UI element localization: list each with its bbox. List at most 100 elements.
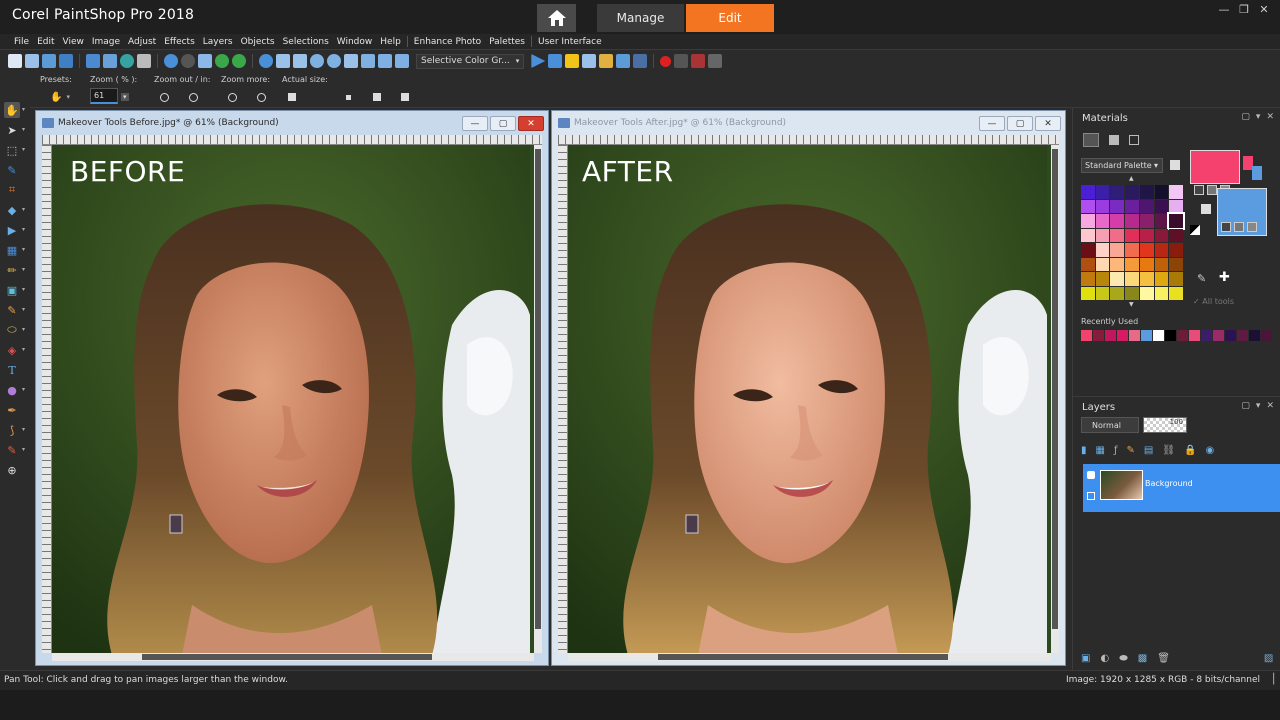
group-icon[interactable]: ▩ — [1138, 653, 1147, 664]
document-window-after[interactable]: Makeover Tools After.jpg* @ 61% (Backgro… — [551, 110, 1066, 666]
palette-swatch[interactable] — [1095, 272, 1110, 286]
stop-icon[interactable] — [633, 54, 648, 68]
palette-swatch[interactable] — [1081, 228, 1095, 242]
document-window-before[interactable]: Makeover Tools Before.jpg* @ 61% (Backgr… — [35, 110, 549, 666]
recent-color-swatch[interactable] — [1165, 330, 1176, 341]
shape-tool-icon[interactable]: ● — [4, 382, 20, 398]
zoom-in-icon[interactable] — [189, 92, 198, 102]
restore-icon[interactable]: ▢ — [1007, 116, 1033, 131]
swatches-tab-icon[interactable] — [1083, 133, 1099, 147]
open-icon[interactable] — [42, 54, 56, 68]
recent-color-swatch[interactable] — [1093, 330, 1104, 341]
chevron-down-icon[interactable]: ▾ — [22, 146, 25, 153]
recent-color-swatch[interactable] — [1237, 330, 1248, 341]
palette-swatch[interactable] — [1081, 243, 1095, 257]
background-transparent-icon[interactable] — [1247, 222, 1257, 232]
palette-swatch[interactable] — [1169, 243, 1183, 257]
undo-icon[interactable] — [164, 54, 178, 68]
batch-icon[interactable] — [616, 54, 631, 68]
pan-tool-icon[interactable]: ✋ — [4, 102, 20, 118]
save-icon[interactable] — [86, 54, 100, 68]
mask-icon[interactable]: ▤ — [1144, 445, 1153, 456]
palette-swatch[interactable] — [1125, 199, 1139, 213]
chevron-down-icon[interactable]: ▾ — [22, 426, 25, 433]
history-forward-icon[interactable] — [232, 54, 246, 68]
layer-style-icon[interactable]: ▦ — [1096, 445, 1105, 456]
chevron-down-icon[interactable]: ▾ — [22, 246, 25, 253]
scrollbar-thumb[interactable] — [142, 654, 432, 660]
menu-selections[interactable]: Selections — [279, 37, 333, 47]
visibility-icon[interactable]: ◉ — [1206, 445, 1215, 456]
palette-swatch[interactable] — [1110, 286, 1125, 300]
recent-color-swatch[interactable] — [1213, 330, 1224, 341]
palette-swatch[interactable] — [1095, 199, 1110, 213]
share-icon[interactable] — [120, 54, 134, 68]
pen-tool-icon[interactable]: ✒ — [4, 402, 20, 418]
recent-color-swatch[interactable] — [1117, 330, 1128, 341]
menu-objects[interactable]: Objects — [237, 37, 279, 47]
layer-properties-icon[interactable]: ▨ — [1264, 653, 1273, 664]
scrollbar-thumb[interactable] — [658, 654, 948, 660]
zoom-more-in-icon[interactable] — [257, 92, 266, 102]
makeover-tool-icon[interactable]: ▣ — [4, 282, 20, 298]
palette-swatch[interactable] — [1169, 185, 1183, 199]
palette-swatch[interactable] — [1125, 243, 1139, 257]
palette-swatch[interactable] — [1110, 214, 1125, 228]
minimize-icon[interactable]: — — [1216, 2, 1232, 16]
palette-swatch[interactable] — [1081, 257, 1095, 271]
palette-swatch[interactable] — [1154, 243, 1169, 257]
palette-swatch[interactable] — [1169, 257, 1183, 271]
palette-swatch[interactable] — [1139, 272, 1154, 286]
scroll-up-icon[interactable]: ▲ — [1129, 175, 1134, 182]
scroll-down-icon[interactable]: ▼ — [1129, 301, 1134, 308]
foreground-style-icon[interactable] — [1194, 185, 1204, 195]
palette-swatch[interactable] — [1095, 243, 1110, 257]
recent-color-swatch[interactable] — [1201, 330, 1212, 341]
eraser-tool-icon[interactable]: ⬭ — [4, 322, 20, 338]
palette-swatch[interactable] — [1095, 286, 1110, 300]
palette-options-icon[interactable] — [1170, 160, 1180, 170]
browse-icon[interactable] — [59, 54, 73, 68]
recent-color-swatch[interactable] — [1141, 330, 1152, 341]
image-canvas[interactable]: AFTER — [568, 145, 1051, 653]
selective-color-dropdown[interactable]: Selective Color Gr... ▾ — [416, 53, 525, 69]
brush-link-icon[interactable]: ✎ — [1127, 445, 1135, 456]
foreground-texture-icon[interactable] — [1207, 185, 1217, 195]
new-raster-layer-icon[interactable]: ▣ — [1081, 653, 1090, 664]
new-from-template-icon[interactable] — [25, 54, 39, 68]
recent-color-swatch[interactable] — [1153, 330, 1164, 341]
menu-help[interactable]: Help — [376, 37, 405, 47]
tab-manage[interactable]: Manage — [597, 4, 684, 32]
palette-swatch[interactable] — [1110, 185, 1125, 199]
actual-size-icon[interactable] — [293, 54, 307, 68]
close-icon[interactable]: ✕ — [1256, 2, 1272, 16]
recent-color-swatch[interactable] — [1177, 330, 1188, 341]
view-mode-1-icon[interactable] — [346, 94, 351, 100]
edit-script-icon[interactable] — [565, 54, 580, 68]
palette-swatch[interactable] — [1154, 286, 1169, 300]
dropper-tool-icon[interactable]: ✎ — [4, 162, 20, 178]
palette-swatch[interactable] — [1169, 286, 1183, 300]
palette-swatch[interactable] — [1095, 185, 1110, 199]
background-solid-icon[interactable] — [1252, 166, 1262, 180]
chevron-down-icon[interactable]: ▾ — [22, 306, 25, 313]
palette-swatch[interactable] — [1125, 185, 1139, 199]
redo-icon[interactable] — [181, 54, 195, 68]
move-tool-icon[interactable]: ▶ — [4, 222, 20, 238]
close-panel-icon[interactable]: ✕ — [1266, 401, 1274, 411]
palette-swatch[interactable] — [1167, 212, 1185, 230]
zoom-more-out-icon[interactable] — [228, 92, 237, 102]
tab-edit[interactable]: Edit — [686, 4, 774, 32]
gradient-tab-icon[interactable] — [1129, 135, 1139, 145]
presets-dropdown[interactable]: ✋ ▾ — [50, 90, 70, 104]
mask-layer-icon[interactable]: ⬬ — [1119, 653, 1128, 664]
chevron-down-icon[interactable]: ▾ — [22, 326, 25, 333]
new-window-icon[interactable] — [361, 54, 375, 68]
record-icon[interactable] — [660, 55, 672, 67]
adjustment-layer-icon[interactable]: ◐ — [1100, 653, 1109, 664]
layer-row-background[interactable]: Background — [1083, 464, 1280, 512]
print-icon[interactable] — [137, 54, 151, 68]
palette-swatch[interactable] — [1154, 214, 1169, 228]
close-icon[interactable]: ✕ — [518, 116, 544, 131]
palette-swatch[interactable] — [1125, 228, 1139, 242]
